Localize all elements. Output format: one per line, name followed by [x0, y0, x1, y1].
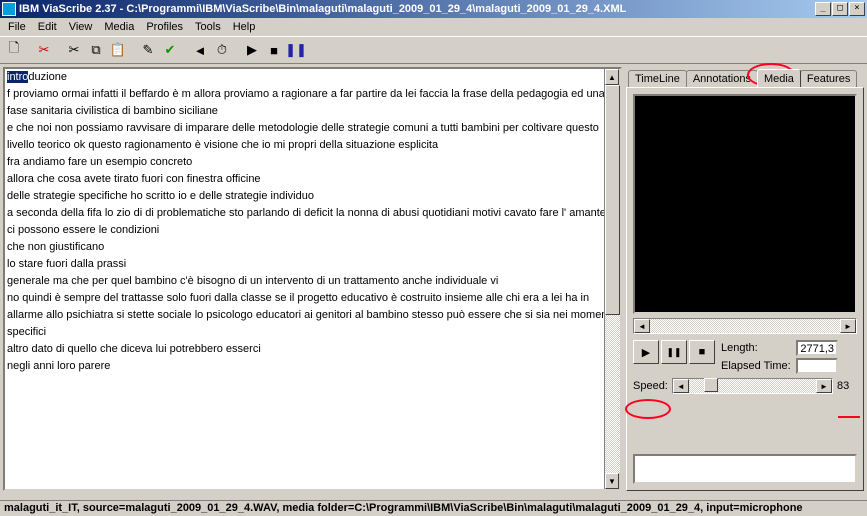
toolbar: 🗋 ✂ ✂ ⧉ 📋 ✎ ✔ ◄ ⏱ ▶ ■ ❚❚	[0, 36, 867, 64]
transcript-pane[interactable]: introduzione f proviamo ormai infatti il…	[3, 67, 622, 491]
play-icon: ▶	[642, 346, 650, 359]
pause-button[interactable]: ❚❚	[661, 340, 687, 364]
tab-bar: TimeLine Annotations Media Features	[626, 67, 864, 87]
new-doc-icon[interactable]: 🗋	[4, 40, 24, 60]
speed-track[interactable]	[689, 379, 816, 393]
play-button[interactable]: ▶	[633, 340, 659, 364]
check-icon[interactable]: ✔	[160, 40, 180, 60]
scroll-down-icon[interactable]: ▼	[605, 473, 619, 489]
first-line-rest: duzione	[28, 71, 67, 83]
hscroll-right-icon[interactable]: ►	[840, 319, 856, 333]
elapsed-value	[796, 358, 838, 374]
menu-view[interactable]: View	[63, 20, 99, 34]
window-buttons: _ □ ×	[815, 2, 865, 16]
play-tool-icon[interactable]: ▶	[242, 40, 262, 60]
transcript-body: f proviamo ormai infatti il beffardo è m…	[7, 88, 616, 372]
right-pane: TimeLine Annotations Media Features ◄ ► …	[626, 67, 864, 491]
video-area[interactable]	[633, 94, 857, 314]
timer-icon[interactable]: ⏱	[212, 40, 232, 60]
paste-icon[interactable]: 📋	[108, 40, 128, 60]
elapsed-label: Elapsed Time:	[721, 360, 793, 372]
menu-edit[interactable]: Edit	[32, 20, 63, 34]
stop-tool-icon[interactable]: ■	[264, 40, 284, 60]
scroll-up-icon[interactable]: ▲	[605, 69, 619, 85]
speed-value: 83	[837, 380, 857, 392]
menu-tools[interactable]: Tools	[189, 20, 227, 34]
main-area: introduzione f proviamo ormai infatti il…	[0, 64, 867, 494]
speed-slider[interactable]: ◄ ►	[672, 378, 833, 394]
speed-dec-icon[interactable]: ◄	[673, 379, 689, 393]
speed-label: Speed:	[633, 380, 668, 392]
tab-timeline[interactable]: TimeLine	[628, 70, 687, 87]
video-h-scrollbar[interactable]: ◄ ►	[633, 318, 857, 334]
menubar: File Edit View Media Profiles Tools Help	[0, 18, 867, 36]
cut-icon[interactable]: ✂	[64, 40, 84, 60]
prev-icon[interactable]: ◄	[190, 40, 210, 60]
transcript-text[interactable]: introduzione f proviamo ormai infatti il…	[7, 69, 618, 375]
speed-inc-icon[interactable]: ►	[816, 379, 832, 393]
scroll-track[interactable]	[605, 85, 620, 473]
length-label: Length:	[721, 342, 793, 354]
length-value: 2771,3	[796, 340, 838, 356]
tab-annotations[interactable]: Annotations	[686, 70, 758, 87]
maximize-button[interactable]: □	[832, 2, 848, 16]
menu-media[interactable]: Media	[98, 20, 140, 34]
transcript-scrollbar[interactable]: ▲ ▼	[604, 69, 620, 489]
close-button[interactable]: ×	[849, 2, 865, 16]
pause-tool-icon[interactable]: ❚❚	[286, 40, 306, 60]
hscroll-track[interactable]	[650, 319, 840, 333]
minimize-button[interactable]: _	[815, 2, 831, 16]
menu-help[interactable]: Help	[227, 20, 262, 34]
pause-icon: ❚❚	[666, 347, 681, 358]
tab-features[interactable]: Features	[800, 70, 857, 87]
status-bar: malaguti_it_IT, source=malaguti_2009_01_…	[0, 500, 867, 516]
tab-media[interactable]: Media	[757, 69, 801, 87]
edit-icon[interactable]: ✎	[138, 40, 158, 60]
media-panel: ◄ ► ▶ ❚❚ ■ Length: 2771,3 Elapsed Time:	[626, 87, 864, 491]
stop-icon: ■	[699, 346, 706, 358]
scroll-thumb[interactable]	[605, 85, 620, 315]
highlighted-word[interactable]: intro	[7, 71, 28, 83]
cut-red-icon[interactable]: ✂	[34, 40, 54, 60]
menu-file[interactable]: File	[2, 20, 32, 34]
menu-profiles[interactable]: Profiles	[140, 20, 189, 34]
titlebar: IBM ViaScribe 2.37 - C:\Programmi\IBM\Vi…	[0, 0, 867, 18]
speed-thumb[interactable]	[704, 378, 718, 392]
hscroll-left-icon[interactable]: ◄	[634, 319, 650, 333]
app-icon	[2, 2, 16, 16]
copy-icon[interactable]: ⧉	[86, 40, 106, 60]
stop-button[interactable]: ■	[689, 340, 715, 364]
media-notes-input[interactable]	[633, 454, 857, 484]
window-title: IBM ViaScribe 2.37 - C:\Programmi\IBM\Vi…	[19, 3, 815, 15]
